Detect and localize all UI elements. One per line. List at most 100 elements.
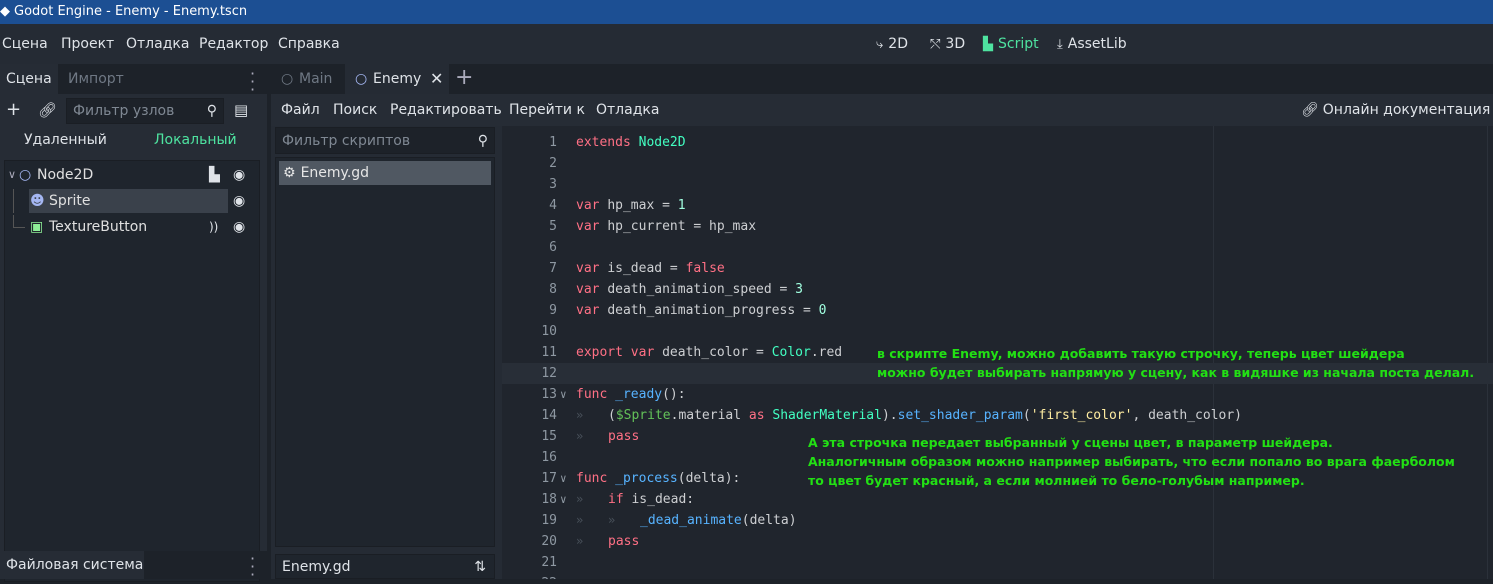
node-label: TextureButton xyxy=(49,219,148,235)
filesystem-dock-tab-row: Файловая система · · · xyxy=(0,551,267,583)
script-menu-edit[interactable]: Редактировать xyxy=(390,94,502,126)
remote-tab[interactable]: Удаленный xyxy=(24,128,107,152)
scene-tab-label: Main xyxy=(299,71,333,87)
code-line: 5 var hp_current = hp_max xyxy=(502,216,1493,237)
tree-guide xyxy=(13,189,14,213)
code-text: func _ready(): xyxy=(576,387,686,402)
script-list: ⚙ Enemy.gd xyxy=(275,157,495,547)
current-script-label: Enemy.gd ⇅ xyxy=(275,554,495,579)
visibility-eye-icon[interactable]: ◉ xyxy=(233,189,245,213)
signal-icon[interactable]: )) xyxy=(209,215,218,239)
tree-guide xyxy=(13,227,25,228)
script-list-panel: Фильтр скриптов ⚲ ⚙ Enemy.gd Enemy.gd ⇅ xyxy=(275,126,495,579)
tree-node-node2d[interactable]: ∨ ○ Node2D ▙ ◉ xyxy=(5,163,257,187)
menu-editor[interactable]: Редактор xyxy=(199,24,268,64)
line-number: 19 xyxy=(541,513,557,528)
dock-menu-icon[interactable]: · · · xyxy=(250,66,255,98)
add-scene-tab-icon[interactable]: + xyxy=(455,64,473,92)
scene-tab-enemy[interactable]: ○ Enemy ✕ xyxy=(345,64,449,94)
code-line: 6 xyxy=(502,237,1493,258)
search-icon: ⚲ xyxy=(477,133,488,149)
node-filter-input[interactable]: Фильтр узлов ⚲ xyxy=(66,98,224,124)
local-tab[interactable]: Локальный xyxy=(154,128,237,152)
code-line: 14 » ($Sprite.material as ShaderMaterial).… xyxy=(502,405,1493,426)
close-icon[interactable]: ✕ xyxy=(430,64,443,94)
menu-debug[interactable]: Отладка xyxy=(126,24,189,64)
annotation-line: то цвет будет красный, а если молнией то… xyxy=(808,473,1305,488)
code-text: pass xyxy=(608,534,640,549)
visibility-eye-icon[interactable]: ◉ xyxy=(233,215,245,239)
link-icon[interactable]: 🔗︎ xyxy=(38,101,57,119)
tab-indent-icon: » xyxy=(576,492,584,506)
fold-arrow-icon[interactable]: ∨ xyxy=(560,384,567,405)
tree-node-sprite[interactable]: ☻ Sprite ◉ xyxy=(5,189,257,213)
visibility-eye-icon[interactable]: ◉ xyxy=(233,163,245,187)
fold-arrow-icon[interactable]: ∨ xyxy=(560,489,567,510)
annotation-line: Аналогичным образом можно например выбир… xyxy=(808,454,1455,469)
line-number: 21 xyxy=(541,555,557,570)
code-line: 19 » » _dead_animate(delta) xyxy=(502,510,1493,531)
menu-project[interactable]: Проект xyxy=(61,24,114,64)
current-script-name: Enemy.gd xyxy=(282,559,351,575)
annotation-note-2: А эта строчка передает выбранный у сцены… xyxy=(808,433,1455,490)
workspace-3d-label: 3D xyxy=(945,36,966,52)
scene-tab-main[interactable]: ○ Main xyxy=(271,64,343,94)
chevron-down-icon[interactable]: ∨ xyxy=(8,163,16,187)
link-icon: 🔗︎ xyxy=(1301,102,1319,118)
window-title: ◆ Godot Engine - Enemy - Enemy.tscn xyxy=(0,0,1493,24)
script-menubar: Файл Поиск Редактировать Перейти к Отлад… xyxy=(271,94,1493,126)
line-number: 9 xyxy=(549,303,557,318)
code-text: ($Sprite.material as ShaderMaterial).set… xyxy=(608,408,1243,423)
tab-import[interactable]: Импорт xyxy=(62,64,130,94)
2d-icon: ⤷ xyxy=(876,37,884,52)
workspace-2d-button[interactable]: ⤷ 2D xyxy=(876,24,908,64)
workspace-script-button[interactable]: ▙ Script xyxy=(983,24,1039,64)
workspace-assetlib-button[interactable]: ⤓ AssetLib xyxy=(1057,24,1127,64)
main-menubar: Сцена Проект Отладка Редактор Справка ⤷ 2… xyxy=(0,24,1493,64)
tab-indent-icon: » xyxy=(608,513,616,527)
code-text: var hp_current = hp_max xyxy=(576,219,757,234)
tab-indent-icon: » xyxy=(576,513,584,527)
code-line: 20 » pass xyxy=(502,531,1493,552)
fold-arrow-icon[interactable]: ∨ xyxy=(560,468,567,489)
line-number: 12 xyxy=(541,366,557,381)
code-text: var hp_max = 1 xyxy=(576,198,686,213)
script-menu-goto[interactable]: Перейти к xyxy=(509,94,585,126)
script-list-item[interactable]: ⚙ Enemy.gd xyxy=(279,161,491,185)
attach-script-icon[interactable]: ▤ xyxy=(234,101,248,119)
workspace-2d-label: 2D xyxy=(888,36,908,52)
scene-dock-tabs: Сцена Импорт · · · xyxy=(0,64,267,98)
annotation-note-1: в скрипте Enemy, можно добавить такую ст… xyxy=(877,344,1474,382)
godot-logo-icon: ◆ xyxy=(0,4,10,19)
dock-menu-icon[interactable]: · · · xyxy=(250,551,255,583)
line-number: 4 xyxy=(549,198,557,213)
code-editor[interactable]: 1 extends Node2D 2 3 4 var hp_max = 1 5 var… xyxy=(502,126,1493,579)
add-node-icon[interactable]: + xyxy=(6,99,21,120)
tree-node-texturebutton[interactable]: ▣ TextureButton )) ◉ xyxy=(5,215,257,239)
menu-scene[interactable]: Сцена xyxy=(2,24,48,64)
script-icon: ▙ xyxy=(983,37,993,52)
tab-filesystem[interactable]: Файловая система xyxy=(0,551,144,579)
line-number: 8 xyxy=(549,282,557,297)
line-number: 2 xyxy=(549,156,557,171)
node2d-icon: ○ xyxy=(19,167,32,183)
workspace-3d-button[interactable]: ⤲ 3D xyxy=(930,24,965,64)
line-number: 16 xyxy=(541,450,557,465)
line-number: 3 xyxy=(549,177,557,192)
online-docs-link[interactable]: 🔗︎ Онлайн документация xyxy=(1301,94,1490,126)
line-number: 14 xyxy=(541,408,557,423)
code-line: 10 xyxy=(502,321,1493,342)
script-menu-search[interactable]: Поиск xyxy=(333,94,377,126)
menu-help[interactable]: Справка xyxy=(278,24,340,64)
script-icon[interactable]: ▙ xyxy=(209,163,220,187)
tab-scene[interactable]: Сцена xyxy=(0,64,58,94)
script-menu-file[interactable]: Файл xyxy=(281,94,320,126)
tree-guide xyxy=(13,215,14,227)
line-number: 20 xyxy=(541,534,557,549)
script-filter-input[interactable]: Фильтр скриптов ⚲ xyxy=(275,127,495,154)
script-menu-debug[interactable]: Отладка xyxy=(596,94,659,126)
line-number: 6 xyxy=(549,240,557,255)
code-text: _dead_animate(delta) xyxy=(640,513,797,528)
sort-icon[interactable]: ⇅ xyxy=(474,555,486,579)
tab-indent-icon: » xyxy=(576,429,584,443)
